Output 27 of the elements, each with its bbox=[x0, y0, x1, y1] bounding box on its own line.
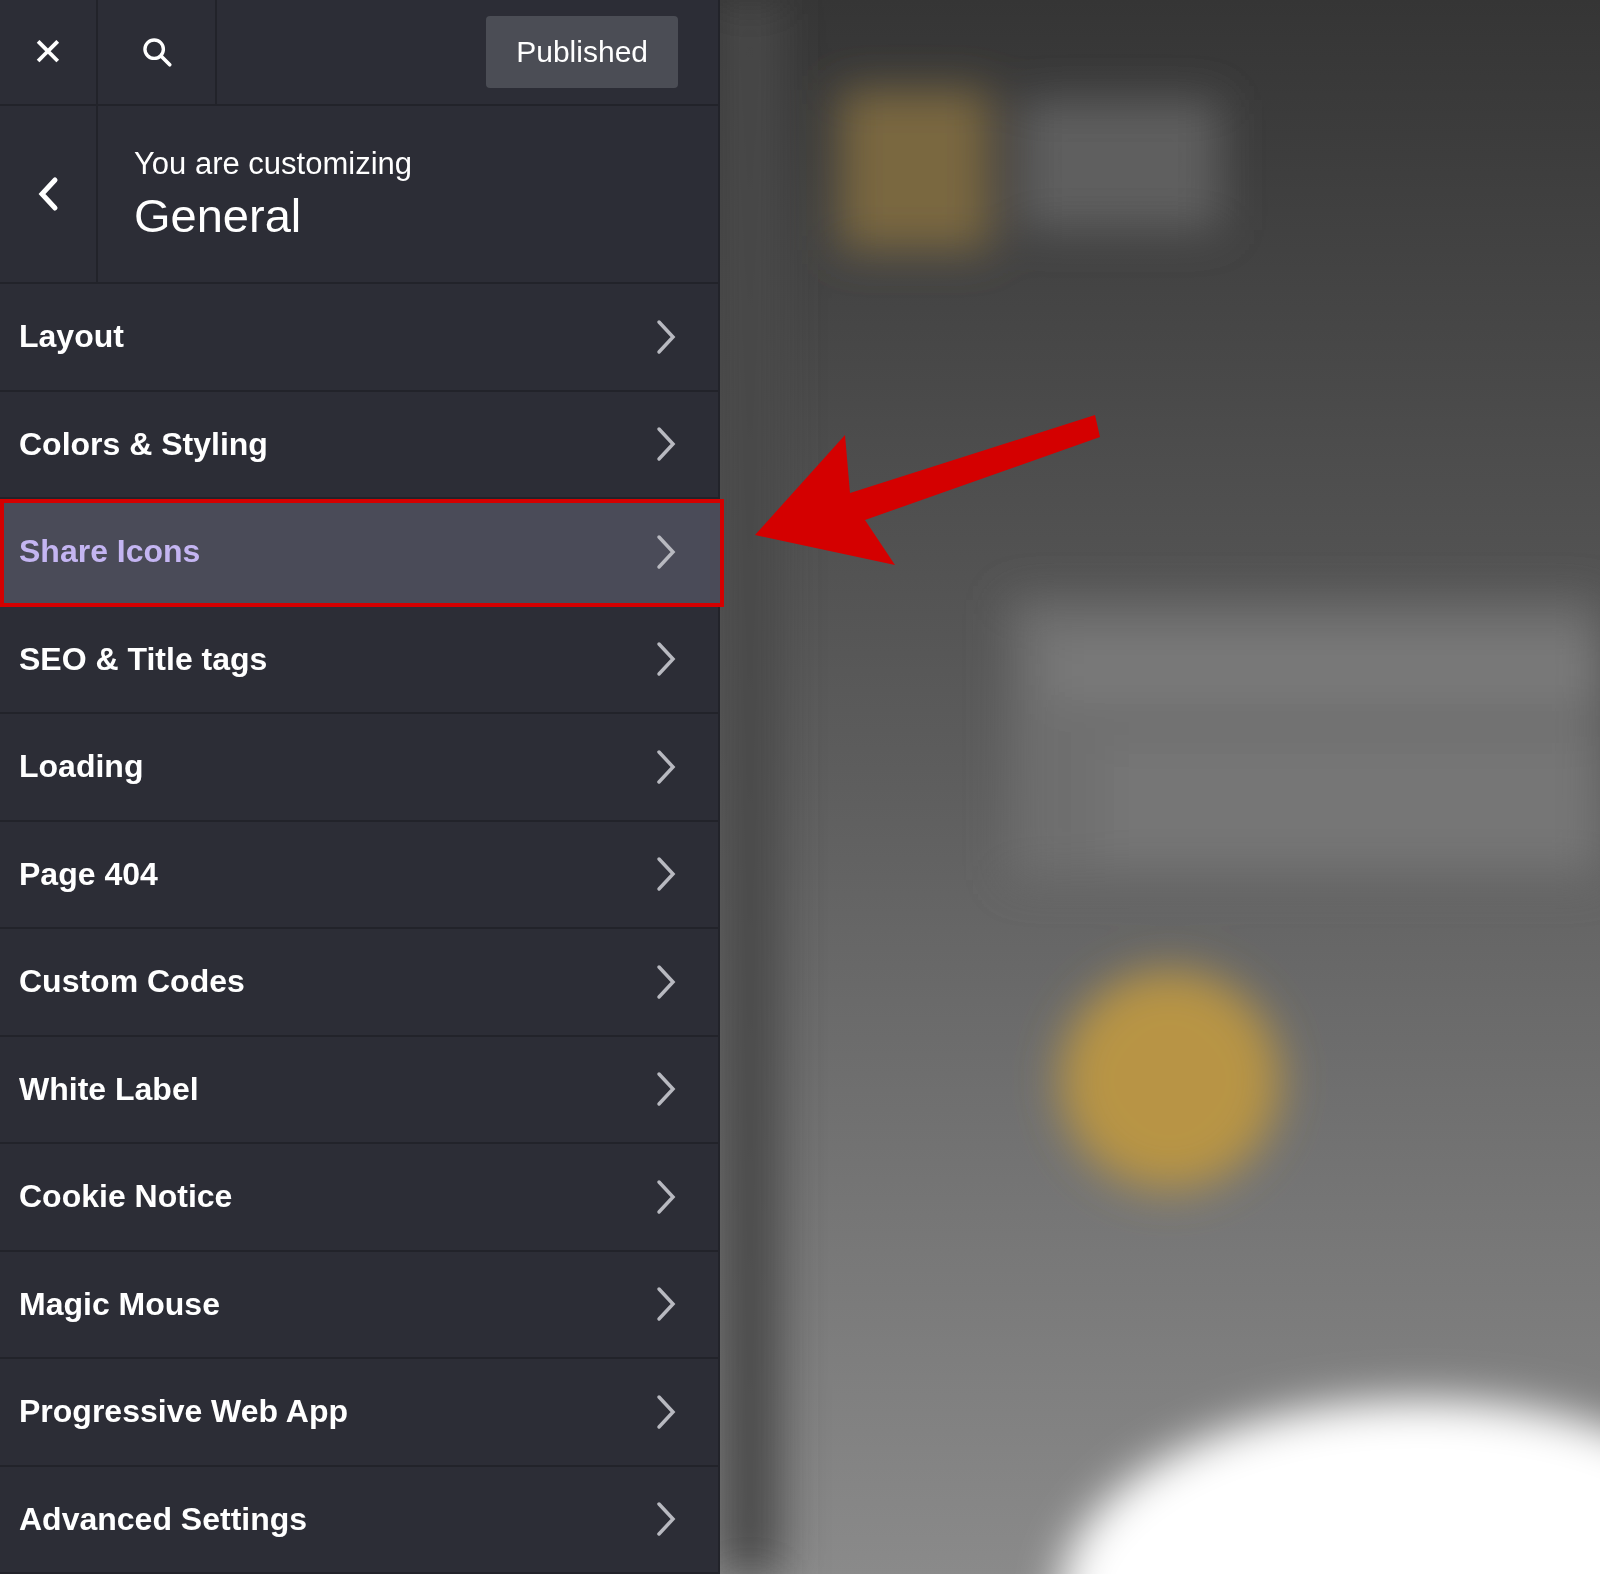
published-button[interactable]: Published bbox=[486, 16, 678, 88]
chevron-icon bbox=[654, 962, 678, 1001]
chevron-icon bbox=[654, 532, 678, 571]
menu-item[interactable]: Cookie Notice bbox=[0, 1144, 718, 1252]
menu-item[interactable]: Layout bbox=[0, 284, 718, 392]
chevron-icon bbox=[654, 1392, 678, 1431]
chevron-icon bbox=[654, 317, 678, 356]
chevron-icon bbox=[654, 1070, 678, 1109]
menu-item[interactable]: Share Icons bbox=[0, 499, 724, 607]
menu-item[interactable]: Loading bbox=[0, 714, 718, 822]
chevron-icon bbox=[654, 855, 678, 894]
customizing-label: You are customizing bbox=[134, 145, 413, 182]
chevron-icon bbox=[654, 425, 678, 464]
chevron-icon bbox=[654, 747, 678, 786]
close-button[interactable]: ✕ bbox=[0, 0, 98, 104]
menu-item[interactable]: Advanced Settings bbox=[0, 1466, 718, 1574]
chevron-icon bbox=[654, 1285, 678, 1324]
menu-item[interactable]: SEO & Title tags bbox=[0, 606, 718, 714]
section-title: General bbox=[134, 187, 303, 243]
chevron-icon bbox=[654, 1177, 678, 1216]
menu-item[interactable]: Custom Codes bbox=[0, 929, 718, 1037]
menu-item[interactable]: Progressive Web App bbox=[0, 1359, 718, 1467]
menu-item[interactable]: Magic Mouse bbox=[0, 1251, 718, 1359]
menu-item[interactable]: White Label bbox=[0, 1036, 718, 1144]
chevron-icon bbox=[654, 1500, 678, 1539]
chevron-icon bbox=[654, 640, 678, 679]
menu-item[interactable]: Page 404 bbox=[0, 821, 718, 929]
